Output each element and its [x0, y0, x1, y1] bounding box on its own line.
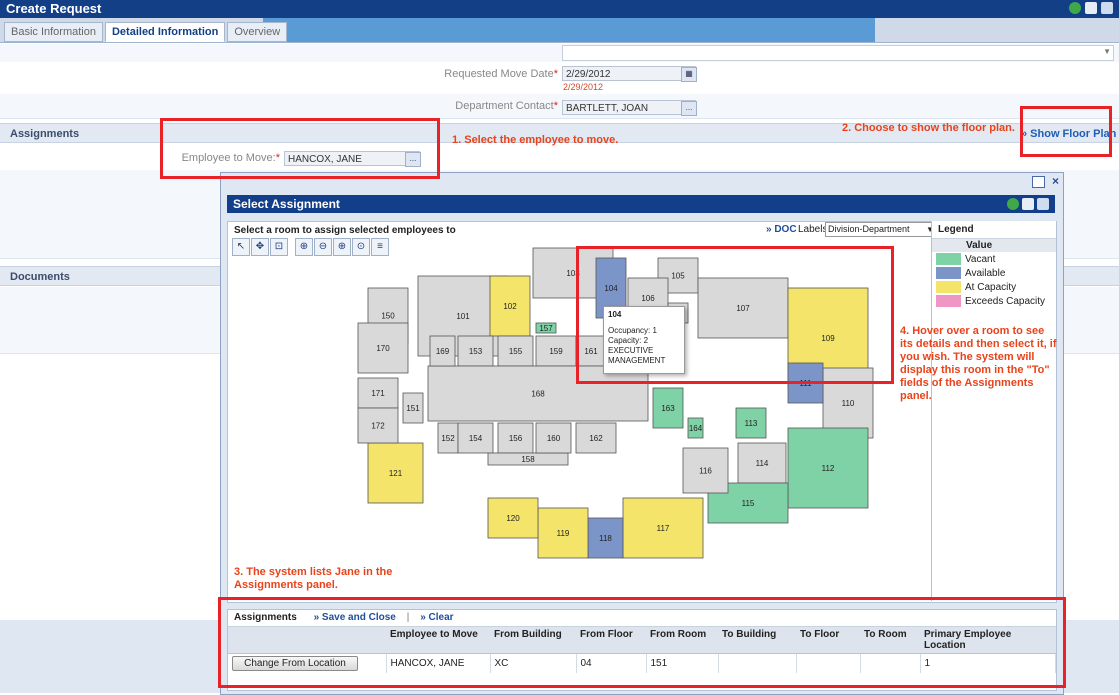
- room-label: 168: [531, 390, 545, 399]
- legend-label: At Capacity: [965, 281, 1017, 293]
- zoom-window-icon[interactable]: ⊡: [270, 238, 288, 256]
- pan-tool-icon[interactable]: ✥: [251, 238, 269, 256]
- department-contact-label-text: Department Contact: [455, 100, 554, 112]
- legend-swatch: [936, 253, 961, 265]
- room-label: 110: [842, 399, 855, 408]
- department-contact-lookup-button[interactable]: ...: [681, 101, 697, 116]
- room-label: 115: [742, 499, 755, 508]
- room-label: 162: [589, 434, 603, 443]
- room-label: 121: [389, 469, 403, 478]
- room-label: 154: [469, 434, 483, 443]
- annotation-2: 2. Choose to show the floor plan.: [842, 122, 1015, 134]
- legend-item: Available: [932, 266, 1056, 280]
- select-assignment-header: Select Assignment: [227, 195, 1055, 213]
- legend-item: Exceeds Capacity: [932, 294, 1056, 308]
- requested-move-date-label: Requested Move Date*: [380, 68, 558, 80]
- documents-section-title: Documents: [10, 271, 70, 283]
- add-icon[interactable]: [1069, 2, 1081, 14]
- select-tool-icon[interactable]: ↖: [232, 238, 250, 256]
- email-icon[interactable]: [1037, 198, 1049, 210]
- chevron-down-icon: ▼: [1103, 47, 1111, 56]
- room-label: 120: [506, 514, 520, 523]
- annotation-4: 4. Hover over a room to see its details …: [900, 325, 1057, 402]
- room-label: 151: [406, 404, 420, 413]
- tab-overview[interactable]: Overview: [227, 22, 288, 42]
- required-mark: *: [553, 100, 558, 112]
- room-label: 152: [441, 434, 455, 443]
- department-contact-field[interactable]: BARTLETT, JOAN: [562, 100, 696, 115]
- legend-title: Legend: [932, 221, 1056, 239]
- annotation-box-rooms: [576, 246, 894, 384]
- modal-instruction: Select a room to assign selected employe…: [234, 225, 456, 236]
- requested-move-date-label-text: Requested Move Date: [444, 68, 554, 80]
- legend-label: Exceeds Capacity: [965, 295, 1046, 307]
- labels-caption: Labels: [798, 224, 828, 235]
- room-label: 150: [381, 312, 395, 321]
- legend-swatch: [936, 295, 961, 307]
- required-mark: *: [553, 68, 558, 80]
- print-icon[interactable]: [1085, 2, 1097, 14]
- room-label: 114: [756, 459, 769, 468]
- room-label: 117: [657, 524, 670, 533]
- department-contact-label: Department Contact*: [380, 100, 558, 112]
- annotation-3: 3. The system lists Jane in the Assignme…: [234, 566, 393, 591]
- tab-basic-information[interactable]: Basic Information: [4, 22, 103, 42]
- labels-select[interactable]: Division-Department▼: [825, 222, 937, 237]
- room-label: 119: [557, 529, 570, 538]
- room-label: 172: [371, 422, 385, 431]
- room-label: 157: [539, 324, 553, 333]
- room-label: 160: [547, 434, 561, 443]
- legend-header: Value: [932, 239, 1056, 252]
- room-label: 118: [599, 534, 612, 543]
- room-label: 156: [509, 434, 523, 443]
- add-icon[interactable]: [1007, 198, 1019, 210]
- room-label: 102: [503, 302, 517, 311]
- room-label: 158: [521, 455, 535, 464]
- tab-detailed-information[interactable]: Detailed Information: [104, 22, 226, 42]
- room-label: 169: [436, 347, 450, 356]
- legend-label: Available: [965, 267, 1006, 279]
- tab-bar: Basic Information Detailed Information O…: [0, 18, 1119, 43]
- requested-move-date-value: 2/29/2012: [566, 69, 611, 80]
- zoom-in-icon[interactable]: ⊕: [295, 238, 313, 256]
- legend-label: Vacant: [965, 253, 996, 265]
- close-icon[interactable]: ×: [1052, 174, 1059, 188]
- calendar-icon[interactable]: ▦: [681, 67, 697, 82]
- legend-item: At Capacity: [932, 280, 1056, 294]
- room-label: 153: [469, 347, 483, 356]
- labels-select-value: Division-Department: [828, 224, 910, 234]
- page-title: Create Request: [6, 1, 102, 16]
- requested-move-date-hint: 2/29/2012: [563, 82, 604, 92]
- print-icon[interactable]: [1022, 198, 1034, 210]
- room-label: 116: [699, 467, 712, 476]
- annotation-box-assignments: [218, 597, 1066, 688]
- room-label: 164: [689, 424, 703, 433]
- room-label: 170: [376, 344, 390, 353]
- assignments-section-title: Assignments: [10, 128, 80, 140]
- legend-swatch: [936, 267, 961, 279]
- room-label: 155: [509, 347, 523, 356]
- room-label: 159: [549, 347, 563, 356]
- room-label: 101: [456, 312, 470, 321]
- doc-link[interactable]: » DOC: [766, 224, 797, 235]
- legend-item: Vacant: [932, 252, 1056, 266]
- annotation-1: 1. Select the employee to move.: [452, 134, 619, 146]
- department-contact-value: BARTLETT, JOAN: [566, 103, 649, 114]
- annotation-box-floor-plan: [1020, 106, 1112, 157]
- select-assignment-title: Select Assignment: [233, 197, 340, 211]
- email-icon[interactable]: [1101, 2, 1113, 14]
- room-label: 112: [822, 464, 835, 473]
- page-title-bar: Create Request: [0, 0, 1119, 18]
- tab-bar-fill: [263, 18, 875, 42]
- room-label: 163: [661, 404, 675, 413]
- room-label: 113: [745, 419, 758, 428]
- maximize-icon[interactable]: [1032, 176, 1045, 188]
- top-select[interactable]: ▼: [562, 45, 1114, 61]
- room-label: 171: [371, 389, 385, 398]
- legend-swatch: [936, 281, 961, 293]
- annotation-box-employee: [160, 118, 440, 179]
- requested-move-date-field[interactable]: 2/29/2012: [562, 66, 696, 81]
- legend-panel: Legend Value Vacant Available At Capacity E…: [931, 221, 1056, 601]
